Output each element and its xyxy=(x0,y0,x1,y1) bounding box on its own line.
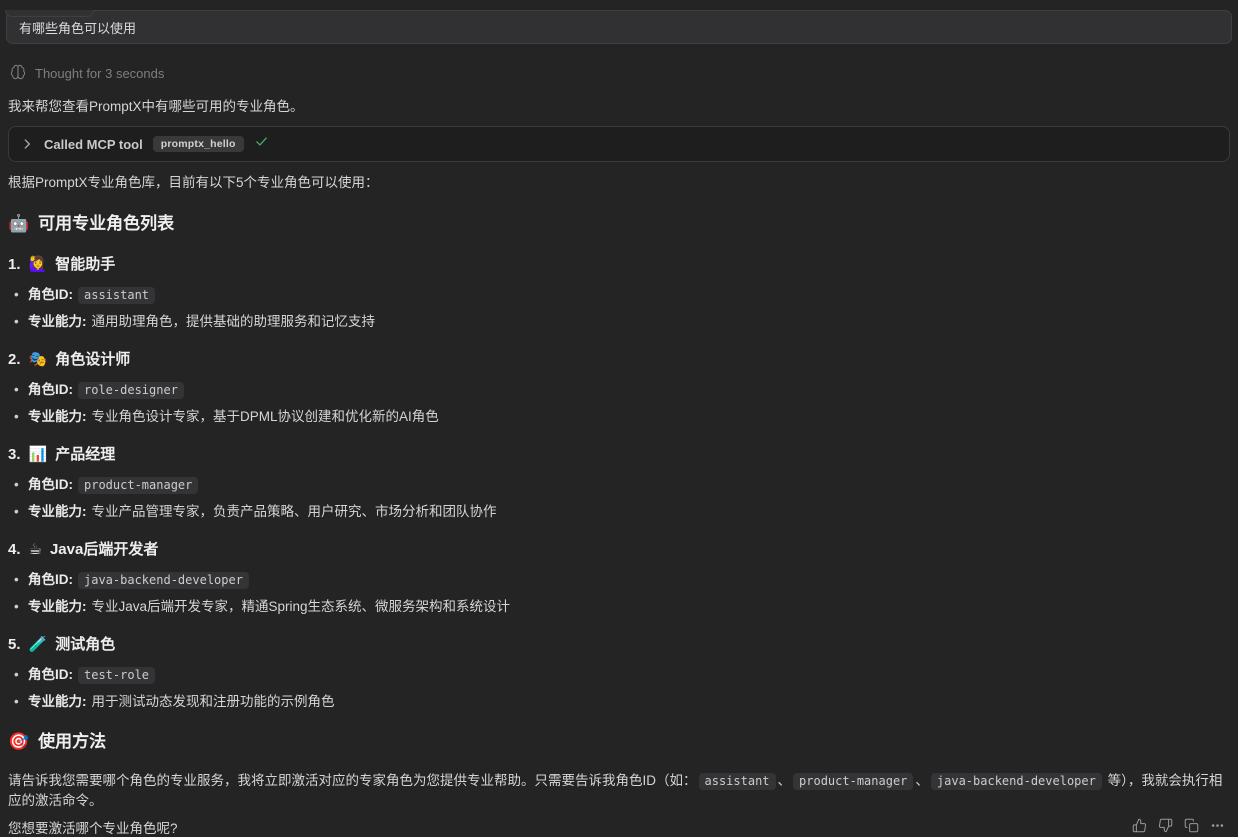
robot-emoji-icon: 🤖 xyxy=(8,213,29,235)
role-name: Java后端开发者 xyxy=(50,541,158,559)
role-detail-list: 角色ID:test-role 专业能力:用于测试动态发现和注册功能的示例角色 xyxy=(0,666,1238,710)
user-message-text: 有哪些角色可以使用 xyxy=(19,18,136,37)
role-detail-list: 角色ID:assistant 专业能力:通用助理角色，提供基础的助理服务和记忆支… xyxy=(0,286,1238,330)
role-ability-item: 专业能力:专业角色设计专家，基于DPML协议创建和优化新的AI角色 xyxy=(8,408,1230,425)
role-ability-item: 专业能力:专业产品管理专家，负责产品策略、用户研究、市场分析和团队协作 xyxy=(8,503,1230,520)
tool-name-badge: promptx_hello xyxy=(153,136,244,152)
role-id-code: role-designer xyxy=(78,382,184,399)
role-ability-item: 专业能力:专业Java后端开发专家，精通Spring生态系统、微服务架构和系统设… xyxy=(8,598,1230,615)
inline-code: java-backend-developer xyxy=(931,773,1102,790)
coffee-emoji-icon: ☕ xyxy=(29,541,42,559)
check-icon xyxy=(254,134,269,154)
test-tube-emoji-icon: 🧪 xyxy=(29,636,48,654)
user-message[interactable]: 有哪些角色可以使用 xyxy=(6,10,1232,44)
more-icon[interactable] xyxy=(1209,817,1225,833)
role-id-item: 角色ID:test-role xyxy=(8,666,1230,684)
role-ability-item: 专业能力:通用助理角色，提供基础的助理服务和记忆支持 xyxy=(8,313,1230,330)
brain-icon xyxy=(10,64,26,83)
role-name: 角色设计师 xyxy=(55,351,130,369)
mcp-tool-call[interactable]: Called MCP tool promptx_hello xyxy=(8,126,1230,162)
inline-code: product-manager xyxy=(793,773,913,790)
message-actions xyxy=(1131,817,1225,833)
role-detail-list: 角色ID:product-manager 专业能力:专业产品管理专家，负责产品策… xyxy=(0,476,1238,520)
closing-question: 您想要激活哪个专业角色呢? xyxy=(8,817,1230,837)
chevron-right-icon[interactable] xyxy=(20,137,34,151)
role-id-item: 角色ID:product-manager xyxy=(8,476,1230,494)
role-heading: 4. ☕ Java后端开发者 xyxy=(8,541,1230,559)
role-heading: 5. 🧪 测试角色 xyxy=(8,636,1230,654)
role-id-code: java-backend-developer xyxy=(78,572,249,589)
tool-call-label: Called MCP tool xyxy=(44,137,143,152)
thought-label: Thought for 3 seconds xyxy=(35,66,164,81)
inline-code: assistant xyxy=(699,773,776,790)
thumbs-down-icon[interactable] xyxy=(1157,817,1173,833)
roles-section-title: 🤖 可用专业角色列表 xyxy=(8,213,1230,235)
role-id-item: 角色ID:role-designer xyxy=(8,381,1230,399)
previous-message-bubble-edge xyxy=(5,10,94,17)
summary-text: 根据PromptX专业角色库，目前有以下5个专业角色可以使用： xyxy=(8,174,1230,192)
masks-emoji-icon: 🎭 xyxy=(29,351,48,369)
role-id-code: test-role xyxy=(78,667,155,684)
role-id-code: product-manager xyxy=(78,477,198,494)
role-name: 智能助手 xyxy=(55,256,115,274)
thought-toggle[interactable]: Thought for 3 seconds xyxy=(10,64,164,83)
role-ability-item: 专业能力:用于测试动态发现和注册功能的示例角色 xyxy=(8,693,1230,710)
usage-paragraph: 请告诉我您需要哪个角色的专业服务，我将立即激活对应的专家角色为您提供专业帮助。只… xyxy=(8,771,1230,810)
role-name: 产品经理 xyxy=(55,446,115,464)
copy-icon[interactable] xyxy=(1183,817,1199,833)
role-id-code: assistant xyxy=(78,287,155,304)
bar-chart-emoji-icon: 📊 xyxy=(29,446,48,464)
role-name: 测试角色 xyxy=(55,636,115,654)
role-detail-list: 角色ID:role-designer 专业能力:专业角色设计专家，基于DPML协… xyxy=(0,381,1238,425)
assistant-intro-text: 我来帮您查看PromptX中有哪些可用的专业角色。 xyxy=(8,98,1230,116)
role-id-item: 角色ID:assistant xyxy=(8,286,1230,304)
role-detail-list: 角色ID:java-backend-developer 专业能力:专业Java后… xyxy=(0,571,1238,615)
dart-emoji-icon: 🎯 xyxy=(8,731,29,753)
role-id-item: 角色ID:java-backend-developer xyxy=(8,571,1230,589)
thumbs-up-icon[interactable] xyxy=(1131,817,1147,833)
raising-hand-emoji-icon: 🙋‍♀️ xyxy=(29,256,48,274)
role-heading: 1. 🙋‍♀️ 智能助手 xyxy=(8,256,1230,274)
role-heading: 3. 📊 产品经理 xyxy=(8,446,1230,464)
role-heading: 2. 🎭 角色设计师 xyxy=(8,351,1230,369)
usage-section-title: 🎯 使用方法 xyxy=(8,731,1230,753)
